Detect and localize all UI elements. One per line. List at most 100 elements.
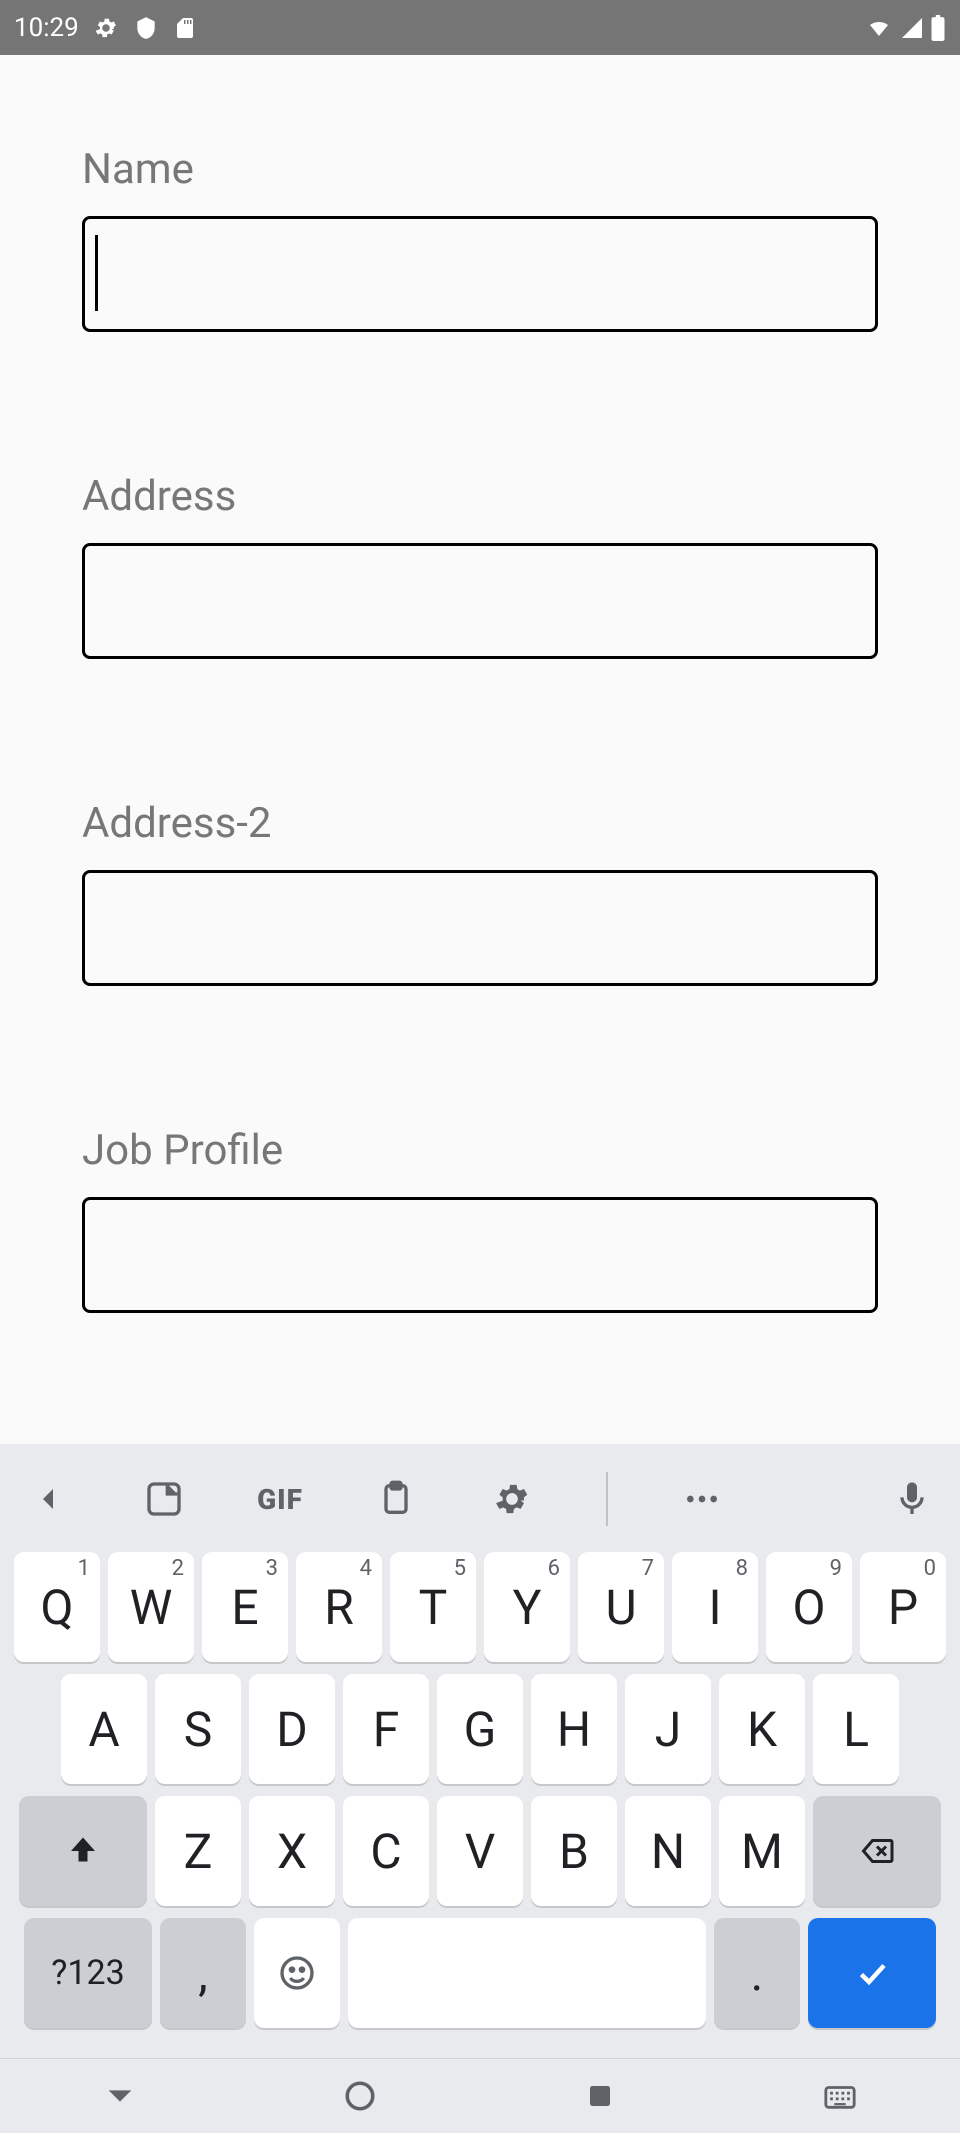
key-q-sub: 1 — [78, 1556, 90, 1581]
key-y[interactable]: 6Y — [484, 1552, 570, 1662]
key-c-label: C — [370, 1823, 401, 1880]
key-shift[interactable] — [19, 1796, 147, 1906]
key-period-label: . — [751, 1945, 764, 2002]
key-j-label: J — [655, 1701, 681, 1758]
key-u-label: U — [605, 1579, 636, 1636]
address-input[interactable] — [82, 543, 878, 659]
key-c[interactable]: C — [343, 1796, 429, 1906]
key-space[interactable] — [348, 1918, 706, 2028]
address2-input[interactable] — [82, 870, 878, 986]
key-i-label: I — [708, 1579, 721, 1636]
key-e-sub: 3 — [266, 1556, 278, 1581]
key-comma[interactable]: , — [160, 1918, 246, 2028]
key-n-label: N — [651, 1823, 685, 1880]
key-k-label: K — [747, 1701, 777, 1758]
status-bar: 10:29 — [0, 0, 960, 55]
key-e[interactable]: 3E — [202, 1552, 288, 1662]
keyboard-tool-row: GIF — [0, 1452, 960, 1546]
key-rows: 1Q 2W 3E 4R 5T 6Y 7U 8I 9O 0P A S D F G … — [0, 1546, 960, 2058]
settings-icon[interactable] — [484, 1471, 540, 1527]
key-a[interactable]: A — [61, 1674, 147, 1784]
key-v[interactable]: V — [437, 1796, 523, 1906]
status-right — [864, 15, 946, 41]
key-d[interactable]: D — [249, 1674, 335, 1784]
key-b[interactable]: B — [531, 1796, 617, 1906]
key-x-label: X — [277, 1823, 307, 1880]
key-comma-label: , — [198, 1945, 207, 2002]
nav-back[interactable] — [90, 2066, 150, 2126]
key-o-sub: 9 — [830, 1556, 842, 1581]
key-u[interactable]: 7U — [578, 1552, 664, 1662]
key-y-sub: 6 — [548, 1556, 560, 1581]
key-m-label: M — [741, 1823, 783, 1880]
address-label: Address — [82, 472, 878, 521]
key-m[interactable]: M — [719, 1796, 805, 1906]
status-left: 10:29 — [14, 13, 197, 43]
key-s-label: S — [184, 1701, 213, 1758]
key-t-label: T — [419, 1579, 448, 1636]
key-q[interactable]: 1Q — [14, 1552, 100, 1662]
nav-overview[interactable] — [570, 2066, 630, 2126]
key-w-sub: 2 — [172, 1556, 184, 1581]
clock: 10:29 — [14, 13, 79, 43]
name-input[interactable] — [82, 216, 878, 332]
sd-card-icon — [173, 15, 197, 41]
mic-icon[interactable] — [884, 1471, 940, 1527]
key-v-label: V — [465, 1823, 496, 1880]
key-row-1: 1Q 2W 3E 4R 5T 6Y 7U 8I 9O 0P — [6, 1552, 954, 1662]
key-p[interactable]: 0P — [860, 1552, 946, 1662]
key-i[interactable]: 8I — [672, 1552, 758, 1662]
nav-home[interactable] — [330, 2066, 390, 2126]
key-row-2: A S D F G H J K L — [6, 1674, 954, 1784]
key-symbols[interactable]: ?123 — [24, 1918, 152, 2028]
key-p-label: P — [888, 1579, 918, 1636]
tool-divider — [606, 1472, 608, 1526]
key-i-sub: 8 — [736, 1556, 748, 1581]
signal-icon — [900, 16, 924, 40]
key-o[interactable]: 9O — [766, 1552, 852, 1662]
key-symbols-label: ?123 — [51, 1953, 124, 1993]
form-area: Name Address Address-2 Job Profile — [0, 55, 960, 1313]
key-enter[interactable] — [808, 1918, 936, 2028]
key-d-label: D — [276, 1701, 308, 1758]
key-y-label: Y — [513, 1579, 542, 1636]
field-group-address2: Address-2 — [82, 799, 878, 986]
field-group-job: Job Profile — [82, 1126, 878, 1313]
key-l-label: L — [843, 1701, 869, 1758]
key-t[interactable]: 5T — [390, 1552, 476, 1662]
more-icon[interactable] — [674, 1471, 730, 1527]
key-e-label: E — [231, 1579, 258, 1636]
key-k[interactable]: K — [719, 1674, 805, 1784]
key-period[interactable]: . — [714, 1918, 800, 2028]
text-cursor — [95, 235, 98, 311]
nav-ime-switch[interactable] — [810, 2066, 870, 2126]
gif-icon[interactable]: GIF — [252, 1471, 308, 1527]
key-j[interactable]: J — [625, 1674, 711, 1784]
key-z-label: Z — [184, 1823, 213, 1880]
key-g[interactable]: G — [437, 1674, 523, 1784]
key-p-sub: 0 — [924, 1556, 936, 1581]
key-r[interactable]: 4R — [296, 1552, 382, 1662]
clipboard-icon[interactable] — [368, 1471, 424, 1527]
key-backspace[interactable] — [813, 1796, 941, 1906]
key-h[interactable]: H — [531, 1674, 617, 1784]
key-g-label: G — [464, 1701, 497, 1758]
key-w[interactable]: 2W — [108, 1552, 194, 1662]
key-f-label: F — [373, 1701, 400, 1758]
sticker-icon[interactable] — [136, 1471, 192, 1527]
key-s[interactable]: S — [155, 1674, 241, 1784]
keyboard-back-icon[interactable] — [20, 1471, 76, 1527]
name-label: Name — [82, 145, 878, 194]
key-row-3: Z X C V B N M — [6, 1796, 954, 1906]
job-input[interactable] — [82, 1197, 878, 1313]
key-x[interactable]: X — [249, 1796, 335, 1906]
key-r-sub: 4 — [360, 1556, 372, 1581]
key-n[interactable]: N — [625, 1796, 711, 1906]
key-l[interactable]: L — [813, 1674, 899, 1784]
wifi-icon — [864, 16, 894, 40]
key-z[interactable]: Z — [155, 1796, 241, 1906]
key-f[interactable]: F — [343, 1674, 429, 1784]
key-row-4: ?123 , . — [6, 1918, 954, 2028]
key-emoji[interactable] — [254, 1918, 340, 2028]
key-t-sub: 5 — [454, 1556, 466, 1581]
